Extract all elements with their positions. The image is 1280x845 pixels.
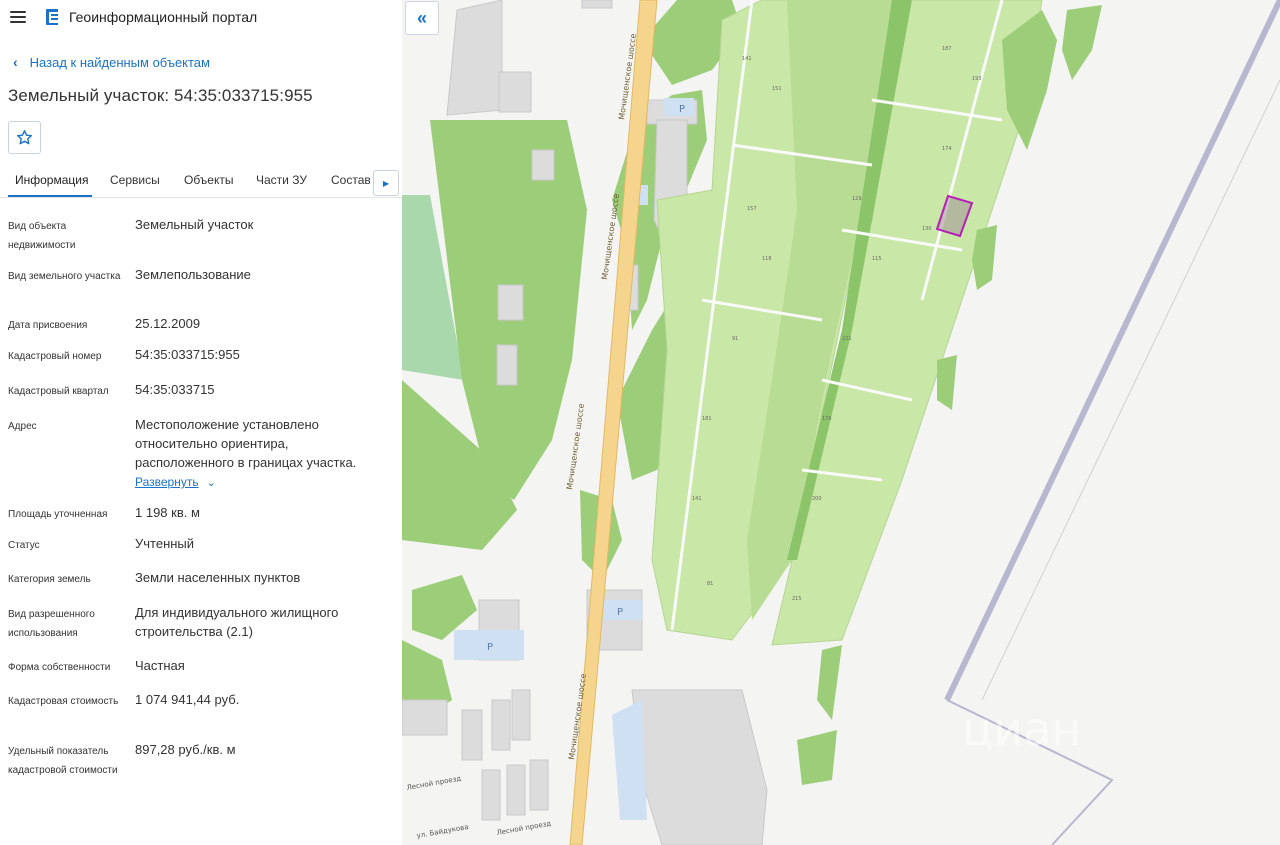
svg-text:215: 215 — [792, 596, 802, 602]
watermark: циан — [962, 702, 1081, 756]
svg-text:141: 141 — [692, 496, 702, 502]
info-value: 54:35:033715 — [135, 382, 215, 397]
svg-text:200: 200 — [812, 496, 822, 502]
info-value: Частная — [135, 658, 185, 673]
info-value: 25.12.2009 — [135, 316, 201, 331]
info-label: Адрес — [8, 421, 37, 432]
info-value: 54:35:033715:955 — [135, 347, 240, 362]
info-value: 897,28 руб./кв. м — [135, 742, 236, 757]
top-bar: Геоинформационный портал — [0, 0, 402, 34]
back-link[interactable]: ‹ Назад к найденным объектам — [13, 54, 210, 70]
info-value: Земельный участок — [135, 217, 254, 232]
info-value: 1 198 кв. м — [135, 505, 200, 520]
info-value: Землепользование — [135, 267, 251, 282]
app-title: Геоинформационный портал — [69, 9, 258, 25]
svg-text:141: 141 — [742, 56, 752, 62]
tab-composition[interactable]: Состав — [331, 173, 371, 187]
info-label: Вид разрешенного использования — [8, 609, 95, 639]
chevron-left-icon: ‹ — [13, 54, 18, 70]
info-label: Удельный показатель кадастровой стоимост… — [8, 746, 118, 776]
info-label: Площадь уточненная — [8, 509, 108, 520]
collapse-panel-button[interactable]: « — [405, 1, 439, 35]
map-view[interactable]: P P P Мочищенское шоссе Мочищенское шосс… — [402, 0, 1280, 845]
active-tab-indicator — [8, 195, 92, 197]
info-label: Статус — [8, 540, 40, 551]
expand-link[interactable]: Развернуть — [135, 475, 199, 489]
svg-text:81: 81 — [707, 581, 713, 587]
portal-logo-icon — [46, 9, 58, 25]
object-title: Земельный участок: 54:35:033715:955 — [8, 86, 313, 105]
info-label: Кадастровая стоимость — [8, 696, 119, 707]
info-label: Дата присвоения — [8, 320, 88, 331]
svg-text:193: 193 — [972, 76, 982, 82]
parking-label: P — [617, 607, 623, 618]
tab-services[interactable]: Сервисы — [110, 173, 160, 187]
svg-text:157: 157 — [747, 206, 757, 212]
info-panel: Геоинформационный портал ‹ Назад к найде… — [0, 0, 403, 845]
info-value: Для индивидуального жилищного строительс… — [135, 605, 339, 639]
svg-text:151: 151 — [772, 86, 782, 92]
info-label: Вид земельного участка — [8, 271, 121, 282]
svg-text:115: 115 — [872, 256, 882, 262]
info-label: Кадастровый квартал — [8, 386, 109, 397]
info-value: Местоположение установлено относительно … — [135, 415, 385, 493]
tab-bar: Информация Сервисы Объекты Части ЗУ Сост… — [0, 165, 402, 198]
favorite-button[interactable] — [8, 121, 41, 154]
star-icon — [16, 130, 33, 145]
info-label: Кадастровый номер — [8, 351, 102, 362]
info-value: Учтенный — [135, 536, 195, 551]
menu-icon[interactable] — [10, 11, 26, 23]
svg-text:118: 118 — [762, 256, 772, 262]
info-value: Земли населенных пунктов — [135, 570, 301, 585]
svg-text:176: 176 — [822, 416, 832, 422]
parking-label: P — [487, 642, 493, 653]
tab-parts[interactable]: Части ЗУ — [256, 173, 307, 187]
svg-text:129: 129 — [852, 196, 862, 202]
back-link-label: Назад к найденным объектам — [29, 54, 210, 70]
info-label: Вид объекта недвижимости — [8, 221, 76, 251]
chevron-down-icon[interactable]: ⌄ — [207, 477, 216, 489]
info-value: 1 074 941,44 руб. — [135, 692, 240, 707]
tab-information[interactable]: Информация — [15, 173, 88, 187]
svg-text:130: 130 — [922, 226, 932, 232]
svg-text:187: 187 — [942, 46, 952, 52]
svg-text:221: 221 — [842, 336, 852, 342]
double-chevron-left-icon: « — [416, 7, 427, 28]
address-text: Местоположение установлено относительно … — [135, 417, 357, 470]
parking-label: P — [679, 104, 685, 115]
svg-text:91: 91 — [732, 336, 738, 342]
caret-right-icon: ▶ — [382, 178, 390, 188]
info-label: Категория земель — [8, 574, 91, 585]
tabs-scroll-right-button[interactable]: ▶ — [373, 170, 399, 196]
svg-text:181: 181 — [702, 416, 712, 422]
info-label: Форма собственности — [8, 662, 111, 673]
tab-objects[interactable]: Объекты — [184, 173, 234, 187]
map-canvas[interactable]: P P P Мочищенское шоссе Мочищенское шосс… — [402, 0, 1280, 845]
svg-text:174: 174 — [942, 146, 952, 152]
